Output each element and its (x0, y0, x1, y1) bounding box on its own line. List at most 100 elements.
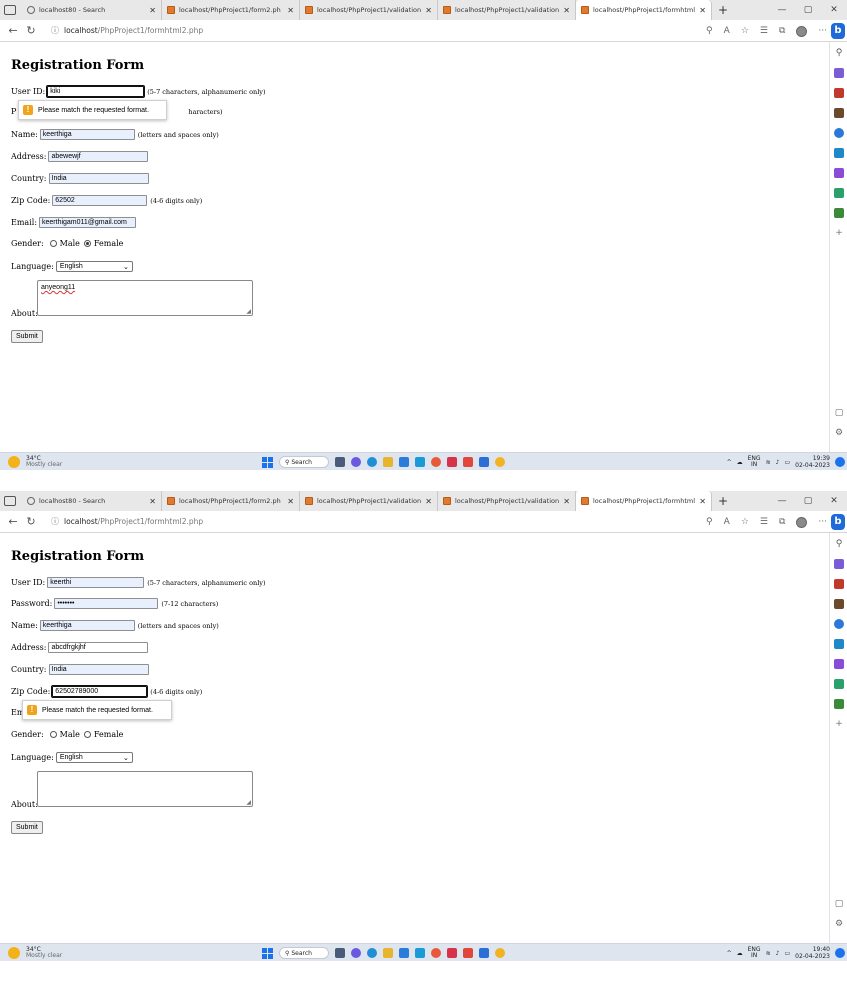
vscode-icon[interactable] (479, 457, 489, 467)
tab-actions-icon[interactable] (4, 5, 16, 15)
mail-icon[interactable] (415, 948, 425, 958)
outlook-icon[interactable] (834, 148, 844, 158)
chrome-icon[interactable] (431, 948, 441, 958)
microsoft-365-icon[interactable] (834, 128, 844, 138)
language-select[interactable]: English ⌄ (55, 261, 133, 272)
profile-avatar[interactable] (796, 516, 808, 528)
notification-icon[interactable] (835, 457, 845, 467)
windows-start-icon[interactable] (262, 947, 273, 959)
password-input[interactable]: ••••••• (54, 598, 159, 609)
userid-input[interactable]: keerthi (47, 577, 145, 588)
tree-icon[interactable] (834, 208, 844, 218)
designer-icon[interactable] (834, 659, 844, 669)
tab-formhtml[interactable]: localhost/PhpProject1/formhtml ✕ (576, 0, 712, 20)
more-icon[interactable]: ··· (818, 517, 827, 527)
tab-validation-2[interactable]: localhost/PhpProject1/validation ✕ (438, 0, 576, 20)
close-icon[interactable]: ✕ (149, 497, 156, 506)
chrome-icon[interactable] (431, 457, 441, 467)
zip-input[interactable]: 62502789000 (51, 685, 149, 698)
onedrive-icon[interactable]: ☁ (737, 950, 743, 957)
onedrive-icon[interactable]: ☁ (737, 459, 743, 466)
notification-icon[interactable] (835, 948, 845, 958)
favorite-icon[interactable]: ☆ (741, 26, 749, 36)
minimize-icon[interactable]: — (769, 496, 795, 506)
submit-button[interactable]: Submit (11, 330, 43, 343)
email-input[interactable]: keerthigam011@gmail.com (39, 217, 137, 228)
close-icon[interactable]: ✕ (699, 6, 706, 15)
drop-icon[interactable] (834, 188, 844, 198)
edge-icon[interactable] (367, 457, 377, 467)
address-input[interactable]: abcdfrgkjhf (48, 642, 149, 653)
outlook-icon[interactable] (834, 639, 844, 649)
country-input[interactable]: India (48, 664, 149, 675)
tab-actions-icon[interactable] (4, 496, 16, 506)
read-aloud-icon[interactable]: A (724, 517, 730, 527)
language-indicator[interactable]: ENG IN (748, 947, 761, 959)
close-window-icon[interactable]: ✕ (821, 5, 847, 15)
games-icon[interactable] (834, 108, 844, 118)
search-icon[interactable]: ⚲ (834, 539, 844, 549)
add-icon[interactable]: + (834, 228, 844, 238)
language-select[interactable]: English ⌄ (55, 752, 133, 763)
close-icon[interactable]: ✕ (287, 497, 294, 506)
refresh-icon[interactable]: ↻ (22, 515, 40, 528)
close-window-icon[interactable]: ✕ (821, 496, 847, 506)
resize-handle-icon[interactable]: ◢ (246, 308, 251, 315)
tab-validation-1[interactable]: localhost/PhpProject1/validation ✕ (300, 491, 438, 511)
close-icon[interactable]: ✕ (425, 6, 432, 15)
battery-icon[interactable]: ▭ (784, 950, 790, 957)
mail-icon[interactable] (415, 457, 425, 467)
taskbar-search[interactable]: ⚲ Search (279, 456, 329, 468)
profile-avatar[interactable] (796, 25, 808, 37)
close-icon[interactable]: ✕ (149, 6, 156, 15)
favorites-list-icon[interactable]: ☰ (760, 26, 768, 36)
about-textarea[interactable]: anyeong11 ◢ (37, 280, 253, 316)
language-indicator[interactable]: ENG IN (748, 456, 761, 468)
address-input[interactable]: abewewjf (48, 151, 149, 162)
wifi-icon[interactable]: ≋ (766, 950, 771, 957)
chevron-up-icon[interactable]: ^ (727, 459, 732, 466)
weather-widget[interactable]: 34°C Mostly clear (8, 947, 62, 959)
maximize-icon[interactable]: ▢ (795, 5, 821, 15)
favorite-icon[interactable]: ☆ (741, 517, 749, 527)
battery-icon[interactable]: ▭ (784, 459, 790, 466)
store-icon[interactable] (399, 948, 409, 958)
tab-form2[interactable]: localhost/PhpProject1/form2.ph ✕ (162, 491, 300, 511)
url-field[interactable]: localhost/PhpProject1/formhtml2.php (64, 517, 203, 526)
shopping-icon[interactable] (834, 68, 844, 78)
male-radio[interactable] (49, 240, 57, 247)
female-radio[interactable] (83, 240, 91, 247)
favorites-list-icon[interactable]: ☰ (760, 517, 768, 527)
drop-icon[interactable] (834, 679, 844, 689)
name-input[interactable]: keerthiga (39, 129, 135, 140)
tools-icon[interactable] (834, 88, 844, 98)
close-icon[interactable]: ✕ (287, 6, 294, 15)
edge-icon[interactable] (367, 948, 377, 958)
collections-icon[interactable]: ⧉ (779, 26, 785, 36)
sidebar-toggle-icon[interactable]: ▢ (834, 408, 844, 418)
clock[interactable]: 19:39 02-04-2023 (795, 455, 830, 469)
microsoft-365-icon[interactable] (834, 619, 844, 629)
back-icon[interactable]: ← (4, 24, 22, 37)
clock[interactable]: 19:40 02-04-2023 (795, 946, 830, 960)
country-input[interactable]: India (48, 173, 149, 184)
bing-icon[interactable]: b (831, 514, 845, 530)
key-icon[interactable]: ⚲ (706, 517, 713, 527)
store-icon[interactable] (399, 457, 409, 467)
add-icon[interactable]: + (834, 719, 844, 729)
close-icon[interactable]: ✕ (425, 497, 432, 506)
bing-icon[interactable]: b (831, 23, 845, 39)
info-icon[interactable]: ⓘ (48, 25, 62, 36)
userid-input[interactable]: kiki (46, 85, 146, 98)
more-icon[interactable]: ··· (818, 26, 827, 36)
settings-icon[interactable]: ⚙ (834, 919, 844, 929)
weather-widget[interactable]: 34°C Mostly clear (8, 456, 62, 468)
tab-form2[interactable]: localhost/PhpProject1/form2.ph ✕ (162, 0, 300, 20)
collections-icon[interactable]: ⧉ (779, 517, 785, 527)
tab-search[interactable]: localhost80 - Search ✕ (22, 0, 162, 20)
sidebar-toggle-icon[interactable]: ▢ (834, 899, 844, 909)
tree-icon[interactable] (834, 699, 844, 709)
male-radio[interactable] (49, 731, 57, 738)
close-icon[interactable]: ✕ (699, 497, 706, 506)
windows-start-icon[interactable] (262, 456, 273, 468)
